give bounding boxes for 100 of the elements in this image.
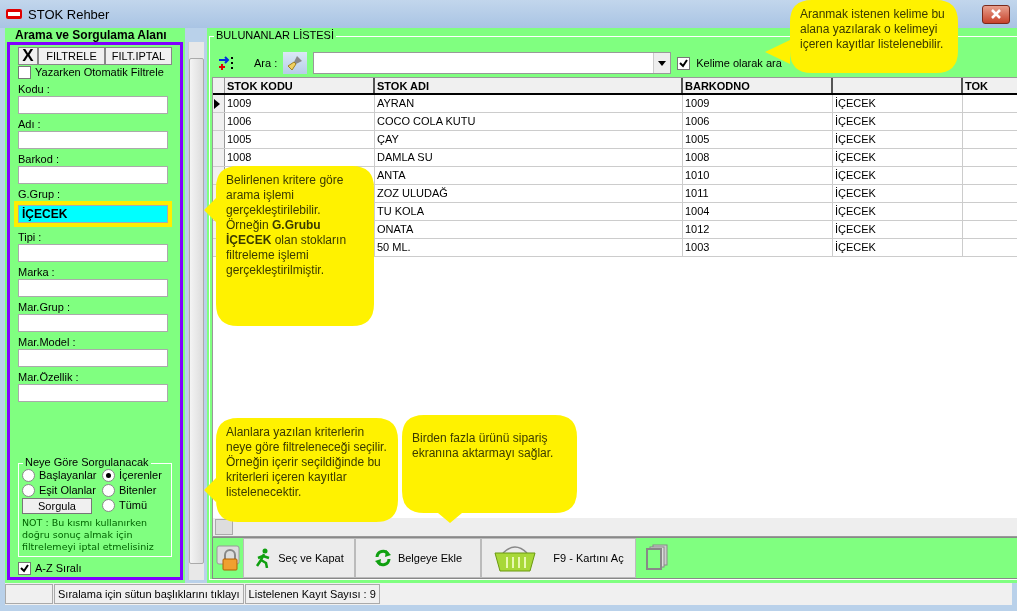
brush-icon — [287, 55, 304, 71]
radio-button[interactable] — [102, 483, 115, 497]
input-field[interactable] — [18, 131, 168, 149]
table-cell: 1005 — [685, 133, 710, 145]
sort-arrows-icon[interactable] — [218, 55, 234, 71]
search-field[interactable] — [313, 52, 672, 74]
radio-label: İçerenler — [119, 469, 162, 481]
table-cell: İÇECEK — [835, 187, 876, 199]
toolbar-button[interactable]: FILT.IPTAL — [105, 47, 172, 65]
input-field[interactable]: İÇECEK — [18, 205, 168, 223]
table-cell: İÇECEK — [835, 115, 876, 127]
table-cell: 1009 — [227, 97, 252, 109]
radio-button[interactable] — [22, 483, 35, 497]
search-label: Ara : — [254, 57, 278, 69]
callout-tooltip: Alanlara yazılan kriterlerin neye göre filtreleneceği seçilir. Örneğin içerir seçildiğinde bu kriterleri içeren kayıtlar listelenecektir. — [204, 418, 398, 522]
dropdown-icon — [658, 60, 667, 66]
action-button[interactable]: Belgeye Ekle — [355, 538, 481, 578]
basket-icon — [493, 543, 538, 573]
action-button[interactable]: F9 - Kartını Aç — [481, 538, 636, 578]
status-text: Sıralama için sütun başlıklarını tıklayı — [54, 584, 244, 604]
table-cell: İÇECEK — [835, 223, 876, 235]
table-cell: ZOZ ULUDAĞ — [377, 187, 448, 199]
scrollbar[interactable] — [188, 42, 204, 580]
sort-checkbox[interactable] — [18, 561, 31, 575]
radio-button[interactable] — [22, 468, 35, 482]
table-cell: TU KOLA — [377, 205, 425, 217]
windows-icon[interactable] — [646, 544, 670, 570]
column-header[interactable]: STOK KODU — [225, 78, 375, 93]
table-cell: İÇECEK — [835, 97, 876, 109]
whole-word-checkbox[interactable] — [677, 56, 691, 70]
field-label: Kodu : — [18, 82, 51, 96]
action-button[interactable]: Seç ve Kapat — [243, 538, 355, 578]
table-cell: 1006 — [227, 115, 252, 127]
table-cell: 1012 — [685, 223, 710, 235]
radio-label: Başlayanlar — [39, 469, 97, 481]
radio-button[interactable] — [102, 498, 115, 512]
table-cell: AYRAN — [377, 97, 415, 109]
checkbox-label: Kelime olarak ara — [696, 57, 782, 69]
input-field[interactable] — [18, 279, 168, 297]
field-label: Barkod : — [18, 152, 60, 166]
section-title: BULUNANLAR LİSTESİ — [214, 29, 336, 41]
query-button[interactable]: Sorgula — [22, 498, 92, 514]
field-label: Marka : — [18, 265, 56, 279]
input-field[interactable] — [18, 384, 168, 402]
window-title: STOK Rehber — [28, 6, 110, 22]
field-label: Adı : — [18, 117, 42, 131]
column-header[interactable]: BARKODNO — [683, 78, 833, 93]
table-cell: 1011 — [685, 187, 709, 199]
input-field[interactable] — [18, 349, 168, 367]
input-field[interactable] — [18, 244, 168, 262]
table-cell: 1003 — [685, 241, 710, 253]
table-cell: COCO COLA KUTU — [377, 115, 476, 127]
scrollbar[interactable] — [213, 518, 1017, 536]
callout-tooltip: Birden fazla ürünü sipariş ekranına aktarmayı sağlar. — [402, 415, 577, 523]
checkbox-label: Yazarken Otomatik Filtrele — [35, 66, 164, 78]
current-row-icon — [213, 98, 221, 109]
close-icon — [991, 9, 1001, 19]
radio-button[interactable] — [102, 468, 115, 482]
radio-label: Bitenler — [119, 484, 157, 496]
toolbar-button[interactable]: FILTRELE — [38, 47, 105, 65]
status-panel — [5, 584, 53, 604]
table-cell: 1006 — [685, 115, 710, 127]
refresh-icon — [373, 549, 392, 567]
note-text: NOT : Bu kısmı kullanırken doğru sonuç almak için filtrelemeyi iptal etmelisiniz — [22, 517, 155, 553]
auto-filter-checkbox[interactable] — [18, 65, 31, 79]
group-title: Neye Göre Sorgulanacak — [23, 456, 151, 468]
status-text: Listelenen Kayıt Sayısı : 9 — [244, 584, 380, 604]
table-cell: 50 ML. — [377, 241, 411, 253]
close-button[interactable] — [982, 4, 1010, 24]
field-label: Mar.Model : — [18, 335, 77, 349]
table-cell: İÇECEK — [835, 151, 876, 163]
row-indicator[interactable] — [213, 95, 225, 112]
clear-button[interactable]: X — [18, 47, 38, 65]
table-cell: 1009 — [685, 97, 710, 109]
callout-tooltip: Belirlenen kritere göre arama işlemi gerçekleştirilebilir. Örneğin G.Grubu İÇECEK olan stokların filtreleme işlemi gerçekleştirilmiştir. — [204, 166, 374, 326]
table-cell: ANTA — [377, 169, 406, 181]
radio-label: Eşit Olanlar — [39, 484, 96, 496]
table-cell: İÇECEK — [835, 169, 876, 181]
table-cell: İÇECEK — [835, 133, 876, 145]
table-cell: 1005 — [227, 133, 252, 145]
table-cell: ÇAY — [377, 133, 399, 145]
app-logo-icon — [6, 8, 22, 20]
table-cell: İÇECEK — [835, 241, 876, 253]
input-field[interactable] — [18, 166, 168, 184]
input-field[interactable] — [18, 314, 168, 332]
table-cell: 1008 — [685, 151, 710, 163]
table-cell: 1010 — [685, 169, 710, 181]
field-label: Mar.Grup : — [18, 300, 71, 314]
input-field[interactable] — [18, 96, 168, 114]
checkbox-label: A-Z Sıralı — [35, 562, 82, 574]
table-cell: İÇECEK — [835, 205, 876, 217]
field-label: G.Grup : — [18, 187, 62, 201]
column-header[interactable]: TOK — [963, 78, 1017, 93]
table-cell: DAMLA SU — [377, 151, 433, 163]
field-label: Tipi : — [18, 230, 43, 244]
lock-icon[interactable] — [216, 545, 240, 571]
table-cell: ONATA — [377, 223, 414, 235]
column-header[interactable]: STOK ADI — [375, 78, 683, 93]
clear-search-button[interactable] — [283, 52, 308, 74]
panel-title: Arama ve Sorgulama Alanı — [14, 28, 168, 42]
